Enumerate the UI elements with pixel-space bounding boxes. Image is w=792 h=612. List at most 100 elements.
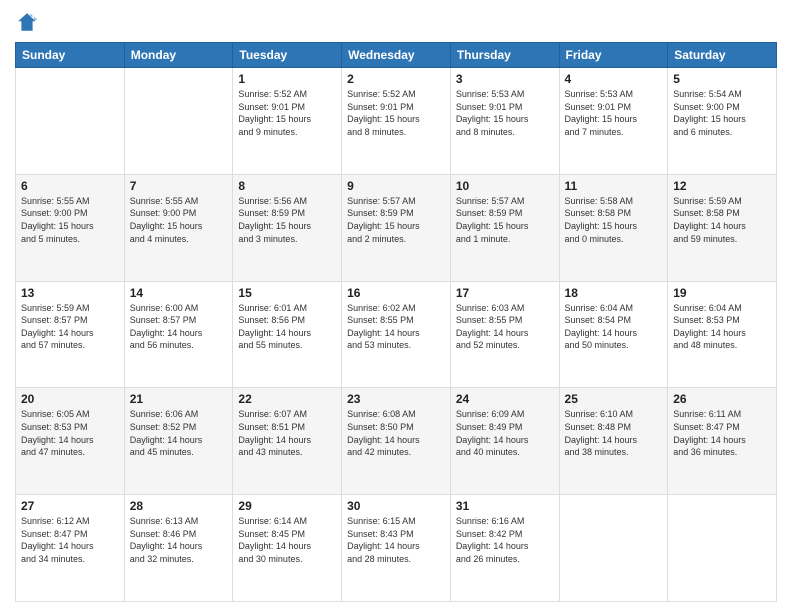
calendar-cell: 28 Sunrise: 6:13 AM Sunset: 8:46 PM Dayli…: [124, 495, 233, 602]
calendar-cell: 8 Sunrise: 5:56 AM Sunset: 8:59 PM Daylig…: [233, 174, 342, 281]
day-number: 18: [565, 286, 663, 300]
day-info: Sunrise: 5:55 AM Sunset: 9:00 PM Dayligh…: [130, 195, 228, 245]
calendar-cell: 30 Sunrise: 6:15 AM Sunset: 8:43 PM Dayli…: [342, 495, 451, 602]
calendar-cell: [124, 68, 233, 175]
calendar-cell: 27 Sunrise: 6:12 AM Sunset: 8:47 PM Dayli…: [16, 495, 125, 602]
calendar-cell: 14 Sunrise: 6:00 AM Sunset: 8:57 PM Dayli…: [124, 281, 233, 388]
day-number: 6: [21, 179, 119, 193]
day-number: 11: [565, 179, 663, 193]
day-info: Sunrise: 5:53 AM Sunset: 9:01 PM Dayligh…: [565, 88, 663, 138]
day-number: 25: [565, 392, 663, 406]
day-number: 27: [21, 499, 119, 513]
page: SundayMondayTuesdayWednesdayThursdayFrid…: [0, 0, 792, 612]
calendar-table: SundayMondayTuesdayWednesdayThursdayFrid…: [15, 42, 777, 602]
day-number: 23: [347, 392, 445, 406]
weekday-header-monday: Monday: [124, 43, 233, 68]
day-number: 28: [130, 499, 228, 513]
day-info: Sunrise: 6:07 AM Sunset: 8:51 PM Dayligh…: [238, 408, 336, 458]
day-info: Sunrise: 5:57 AM Sunset: 8:59 PM Dayligh…: [456, 195, 554, 245]
day-info: Sunrise: 5:54 AM Sunset: 9:00 PM Dayligh…: [673, 88, 771, 138]
day-info: Sunrise: 6:09 AM Sunset: 8:49 PM Dayligh…: [456, 408, 554, 458]
calendar-cell: 6 Sunrise: 5:55 AM Sunset: 9:00 PM Daylig…: [16, 174, 125, 281]
day-number: 20: [21, 392, 119, 406]
day-info: Sunrise: 6:05 AM Sunset: 8:53 PM Dayligh…: [21, 408, 119, 458]
weekday-header-tuesday: Tuesday: [233, 43, 342, 68]
weekday-header-wednesday: Wednesday: [342, 43, 451, 68]
day-info: Sunrise: 6:13 AM Sunset: 8:46 PM Dayligh…: [130, 515, 228, 565]
calendar-cell: 11 Sunrise: 5:58 AM Sunset: 8:58 PM Dayli…: [559, 174, 668, 281]
calendar-cell: 21Sunrise: 6:06 AM Sunset: 8:52 PM Dayli…: [124, 388, 233, 495]
calendar-week-2: 6 Sunrise: 5:55 AM Sunset: 9:00 PM Daylig…: [16, 174, 777, 281]
calendar-cell: 20 Sunrise: 6:05 AM Sunset: 8:53 PM Dayli…: [16, 388, 125, 495]
calendar-cell: [668, 495, 777, 602]
header: [15, 10, 777, 34]
day-number: 9: [347, 179, 445, 193]
day-info: Sunrise: 5:52 AM Sunset: 9:01 PM Dayligh…: [238, 88, 336, 138]
day-info: Sunrise: 5:55 AM Sunset: 9:00 PM Dayligh…: [21, 195, 119, 245]
calendar-cell: 18 Sunrise: 6:04 AM Sunset: 8:54 PM Dayli…: [559, 281, 668, 388]
day-number: 22: [238, 392, 336, 406]
day-info: Sunrise: 6:12 AM Sunset: 8:47 PM Dayligh…: [21, 515, 119, 565]
day-info: Sunrise: 6:15 AM Sunset: 8:43 PM Dayligh…: [347, 515, 445, 565]
calendar-cell: 5 Sunrise: 5:54 AM Sunset: 9:00 PM Daylig…: [668, 68, 777, 175]
day-number: 10: [456, 179, 554, 193]
day-number: 31: [456, 499, 554, 513]
day-number: 16: [347, 286, 445, 300]
day-number: 30: [347, 499, 445, 513]
day-info: Sunrise: 5:59 AM Sunset: 8:58 PM Dayligh…: [673, 195, 771, 245]
logo: [15, 10, 43, 34]
calendar-week-4: 20 Sunrise: 6:05 AM Sunset: 8:53 PM Dayli…: [16, 388, 777, 495]
day-number: 19: [673, 286, 771, 300]
calendar-cell: 24 Sunrise: 6:09 AM Sunset: 8:49 PM Dayli…: [450, 388, 559, 495]
calendar-week-1: 1 Sunrise: 5:52 AM Sunset: 9:01 PM Daylig…: [16, 68, 777, 175]
weekday-header-friday: Friday: [559, 43, 668, 68]
calendar-cell: 23 Sunrise: 6:08 AM Sunset: 8:50 PM Dayli…: [342, 388, 451, 495]
day-info: Sunrise: 6:04 AM Sunset: 8:54 PM Dayligh…: [565, 302, 663, 352]
calendar-cell: 2 Sunrise: 5:52 AM Sunset: 9:01 PM Daylig…: [342, 68, 451, 175]
day-info: Sunrise: 6:03 AM Sunset: 8:55 PM Dayligh…: [456, 302, 554, 352]
day-info: Sunrise: 6:14 AM Sunset: 8:45 PM Dayligh…: [238, 515, 336, 565]
day-number: 12: [673, 179, 771, 193]
day-number: 17: [456, 286, 554, 300]
calendar-cell: 31 Sunrise: 6:16 AM Sunset: 8:42 PM Dayli…: [450, 495, 559, 602]
day-number: 26: [673, 392, 771, 406]
weekday-header-row: SundayMondayTuesdayWednesdayThursdayFrid…: [16, 43, 777, 68]
calendar-week-3: 13Sunrise: 5:59 AM Sunset: 8:57 PM Dayli…: [16, 281, 777, 388]
calendar-cell: 12 Sunrise: 5:59 AM Sunset: 8:58 PM Dayli…: [668, 174, 777, 281]
day-number: 5: [673, 72, 771, 86]
day-info: Sunrise: 6:00 AM Sunset: 8:57 PM Dayligh…: [130, 302, 228, 352]
day-info: Sunrise: 5:56 AM Sunset: 8:59 PM Dayligh…: [238, 195, 336, 245]
weekday-header-saturday: Saturday: [668, 43, 777, 68]
day-info: Sunrise: 5:57 AM Sunset: 8:59 PM Dayligh…: [347, 195, 445, 245]
calendar-cell: 1 Sunrise: 5:52 AM Sunset: 9:01 PM Daylig…: [233, 68, 342, 175]
day-info: Sunrise: 6:10 AM Sunset: 8:48 PM Dayligh…: [565, 408, 663, 458]
calendar-cell: 17 Sunrise: 6:03 AM Sunset: 8:55 PM Dayli…: [450, 281, 559, 388]
calendar-cell: 15Sunrise: 6:01 AM Sunset: 8:56 PM Dayli…: [233, 281, 342, 388]
day-number: 3: [456, 72, 554, 86]
day-number: 2: [347, 72, 445, 86]
logo-icon: [15, 10, 39, 34]
day-number: 8: [238, 179, 336, 193]
calendar-cell: 29 Sunrise: 6:14 AM Sunset: 8:45 PM Dayli…: [233, 495, 342, 602]
calendar-cell: 26 Sunrise: 6:11 AM Sunset: 8:47 PM Dayli…: [668, 388, 777, 495]
day-info: Sunrise: 6:11 AM Sunset: 8:47 PM Dayligh…: [673, 408, 771, 458]
calendar-cell: 25 Sunrise: 6:10 AM Sunset: 8:48 PM Dayli…: [559, 388, 668, 495]
day-number: 7: [130, 179, 228, 193]
day-info: Sunrise: 6:08 AM Sunset: 8:50 PM Dayligh…: [347, 408, 445, 458]
calendar-week-5: 27 Sunrise: 6:12 AM Sunset: 8:47 PM Dayli…: [16, 495, 777, 602]
calendar-cell: 10 Sunrise: 5:57 AM Sunset: 8:59 PM Dayli…: [450, 174, 559, 281]
calendar-cell: 22 Sunrise: 6:07 AM Sunset: 8:51 PM Dayli…: [233, 388, 342, 495]
day-info: Sunrise: 6:02 AM Sunset: 8:55 PM Dayligh…: [347, 302, 445, 352]
day-number: 29: [238, 499, 336, 513]
calendar-cell: 4Sunrise: 5:53 AM Sunset: 9:01 PM Daylig…: [559, 68, 668, 175]
day-info: Sunrise: 5:58 AM Sunset: 8:58 PM Dayligh…: [565, 195, 663, 245]
day-number: 1: [238, 72, 336, 86]
calendar-cell: 3 Sunrise: 5:53 AM Sunset: 9:01 PM Daylig…: [450, 68, 559, 175]
day-info: Sunrise: 5:53 AM Sunset: 9:01 PM Dayligh…: [456, 88, 554, 138]
day-info: Sunrise: 6:16 AM Sunset: 8:42 PM Dayligh…: [456, 515, 554, 565]
day-number: 24: [456, 392, 554, 406]
day-info: Sunrise: 5:52 AM Sunset: 9:01 PM Dayligh…: [347, 88, 445, 138]
calendar-cell: 16 Sunrise: 6:02 AM Sunset: 8:55 PM Dayli…: [342, 281, 451, 388]
weekday-header-sunday: Sunday: [16, 43, 125, 68]
day-number: 14: [130, 286, 228, 300]
